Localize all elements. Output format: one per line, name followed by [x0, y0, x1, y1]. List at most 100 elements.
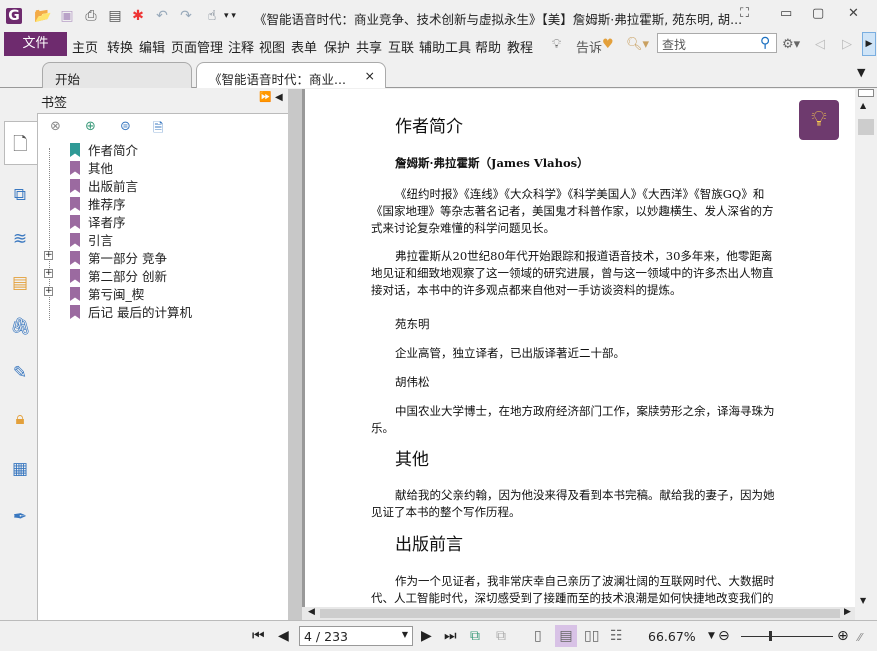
menu-convert[interactable]: 转换: [107, 37, 133, 56]
tab-start[interactable]: 开始: [42, 62, 192, 88]
minimize-button[interactable]: ▭: [780, 6, 792, 21]
delete-bookmark-icon[interactable]: ⊗: [50, 119, 61, 134]
continuous-page-icon[interactable]: ▤: [555, 625, 577, 647]
redo-icon[interactable]: ↷: [178, 8, 194, 24]
hscroll-thumb[interactable]: [320, 609, 840, 618]
expand-panel-icon[interactable]: ⏩: [259, 92, 271, 103]
new-icon[interactable]: ✱: [130, 8, 146, 24]
expand-icon[interactable]: +: [44, 251, 53, 260]
continuous-facing-icon[interactable]: ☷: [610, 628, 623, 644]
close-button[interactable]: ✕: [848, 6, 859, 21]
find-folder-icon[interactable]: 🔍︎▾: [626, 37, 649, 52]
undo-icon[interactable]: ↶: [154, 8, 170, 24]
tips-lightbulb-button[interactable]: 💡︎: [799, 100, 839, 140]
ribbon-next-icon[interactable]: ▷: [842, 37, 852, 52]
close-tab-icon[interactable]: ×: [365, 68, 375, 83]
certify-icon[interactable]: ✒: [10, 507, 30, 529]
bookmark-item[interactable]: 推荐序: [48, 194, 126, 212]
hand-tool-icon[interactable]: ☝: [204, 8, 220, 24]
bookmark-item[interactable]: + 第二部分 创新: [44, 266, 167, 284]
resize-grip-icon[interactable]: ⁄⁄: [858, 631, 862, 644]
goto-bookmark-icon[interactable]: ⊜: [120, 119, 131, 134]
pages-icon[interactable]: ⧉: [10, 185, 30, 207]
search-icon[interactable]: ⚲: [760, 35, 770, 51]
bookmark-options-icon[interactable]: 🗎: [153, 119, 163, 141]
menu-home[interactable]: 主页: [72, 37, 98, 56]
tabs-dropdown-icon[interactable]: ▼: [857, 66, 865, 79]
customize-dropdown-icon[interactable]: ▾ ▾: [222, 8, 238, 24]
vertical-scrollbar[interactable]: ▲ ▼: [855, 89, 877, 620]
bookmark-item[interactable]: + 第一部分 竞争: [44, 248, 167, 266]
scroll-up-icon[interactable]: ▲: [860, 101, 866, 110]
paragraph: 胡伟松: [395, 375, 430, 389]
first-page-icon[interactable]: ⏮: [252, 628, 265, 644]
comments-icon[interactable]: ▤: [10, 273, 30, 295]
favorite-icon[interactable]: ♥: [602, 37, 614, 52]
bookmark-item[interactable]: 其他: [48, 158, 113, 176]
expand-icon[interactable]: +: [44, 269, 53, 278]
paragraph: 弗拉霍斯从20世纪80年代开始跟踪和报道语音技术，30多年来，他零距离地见证和细…: [371, 249, 774, 297]
properties-icon[interactable]: ▤: [107, 8, 123, 24]
settings-icon[interactable]: ⚙▾: [782, 37, 800, 52]
bookmark-item[interactable]: 作者简介: [48, 140, 138, 158]
bookmark-item[interactable]: 出版前言: [48, 176, 138, 194]
scroll-thumb[interactable]: [858, 119, 874, 135]
bookmark-item[interactable]: 引言: [48, 230, 113, 248]
page-number-input[interactable]: 4 / 233 ▼: [299, 626, 413, 646]
menu-page-management[interactable]: 页面管理: [171, 37, 223, 56]
previous-view-icon[interactable]: ⧉: [470, 628, 480, 644]
expand-icon[interactable]: +: [44, 287, 53, 296]
zoom-in-icon[interactable]: ⊕: [837, 628, 849, 644]
scroll-down-icon[interactable]: ▼: [860, 596, 866, 605]
add-bookmark-icon[interactable]: ⊕: [85, 119, 96, 134]
collapse-panel-icon[interactable]: ◀: [275, 92, 283, 103]
page-dropdown-icon[interactable]: ▼: [402, 630, 408, 639]
menu-connect[interactable]: 互联: [388, 37, 414, 56]
bookmark-icon: [70, 233, 80, 247]
signature-icon[interactable]: ✎: [10, 363, 30, 385]
file-menu-button[interactable]: 文件: [4, 32, 67, 56]
next-view-icon[interactable]: ⧉: [496, 628, 506, 644]
menu-view[interactable]: 视图: [259, 37, 285, 56]
zoom-level[interactable]: 66.67%: [648, 629, 696, 644]
save-icon[interactable]: ▣: [59, 8, 75, 24]
menu-share[interactable]: 共享: [356, 37, 382, 56]
search-input[interactable]: 查找: [657, 33, 777, 53]
layers-icon[interactable]: ≋: [10, 229, 30, 251]
tab-document[interactable]: 《智能语音时代：商业... ×: [196, 62, 386, 88]
bookmark-item[interactable]: 译者序: [48, 212, 126, 230]
facing-pages-icon[interactable]: ▯▯: [584, 628, 599, 644]
zoom-slider-thumb[interactable]: [768, 631, 772, 641]
zoom-slider[interactable]: [741, 636, 833, 637]
ribbon-prev-icon[interactable]: ◁: [815, 37, 825, 52]
menu-accessibility[interactable]: 辅助工具: [419, 37, 471, 56]
menu-edit[interactable]: 编辑: [139, 37, 165, 56]
bookmarks-panel-button[interactable]: 🗋: [4, 121, 38, 165]
next-page-icon[interactable]: ▶: [421, 628, 432, 644]
menu-help[interactable]: 帮助: [475, 37, 501, 56]
tell-me-label[interactable]: 告诉: [576, 37, 602, 56]
attachments-icon[interactable]: 🖇︎: [10, 317, 32, 339]
form-fields-icon[interactable]: ▦: [10, 459, 30, 481]
fullscreen-icon[interactable]: ⛶: [740, 6, 749, 21]
horizontal-scrollbar[interactable]: ◀ ▶: [302, 607, 855, 620]
zoom-dropdown-icon[interactable]: ▼: [708, 631, 715, 641]
last-page-icon[interactable]: ⏭: [444, 628, 457, 644]
single-page-icon[interactable]: ▯: [534, 628, 542, 644]
scroll-right-icon[interactable]: ▶: [844, 607, 851, 617]
open-icon[interactable]: 📂: [34, 8, 51, 24]
menu-tutorial[interactable]: 教程: [507, 37, 533, 56]
scroll-left-icon[interactable]: ◀: [308, 607, 315, 617]
previous-page-icon[interactable]: ◀: [278, 628, 289, 644]
menu-comment[interactable]: 注释: [228, 37, 254, 56]
menu-protect[interactable]: 保护: [324, 37, 350, 56]
bookmark-item[interactable]: + 第亏闽_楔: [44, 284, 144, 302]
security-icon[interactable]: 🔒︎: [10, 409, 30, 431]
zoom-out-icon[interactable]: ⊖: [718, 628, 730, 644]
panel-splitter[interactable]: [288, 89, 302, 620]
maximize-button[interactable]: ▢: [812, 6, 824, 21]
print-icon[interactable]: ⎙: [83, 8, 99, 24]
ribbon-expand-button[interactable]: ▶: [862, 32, 876, 56]
menu-form[interactable]: 表单: [291, 37, 317, 56]
bookmark-item[interactable]: 后记 最后的计算机: [48, 302, 192, 320]
